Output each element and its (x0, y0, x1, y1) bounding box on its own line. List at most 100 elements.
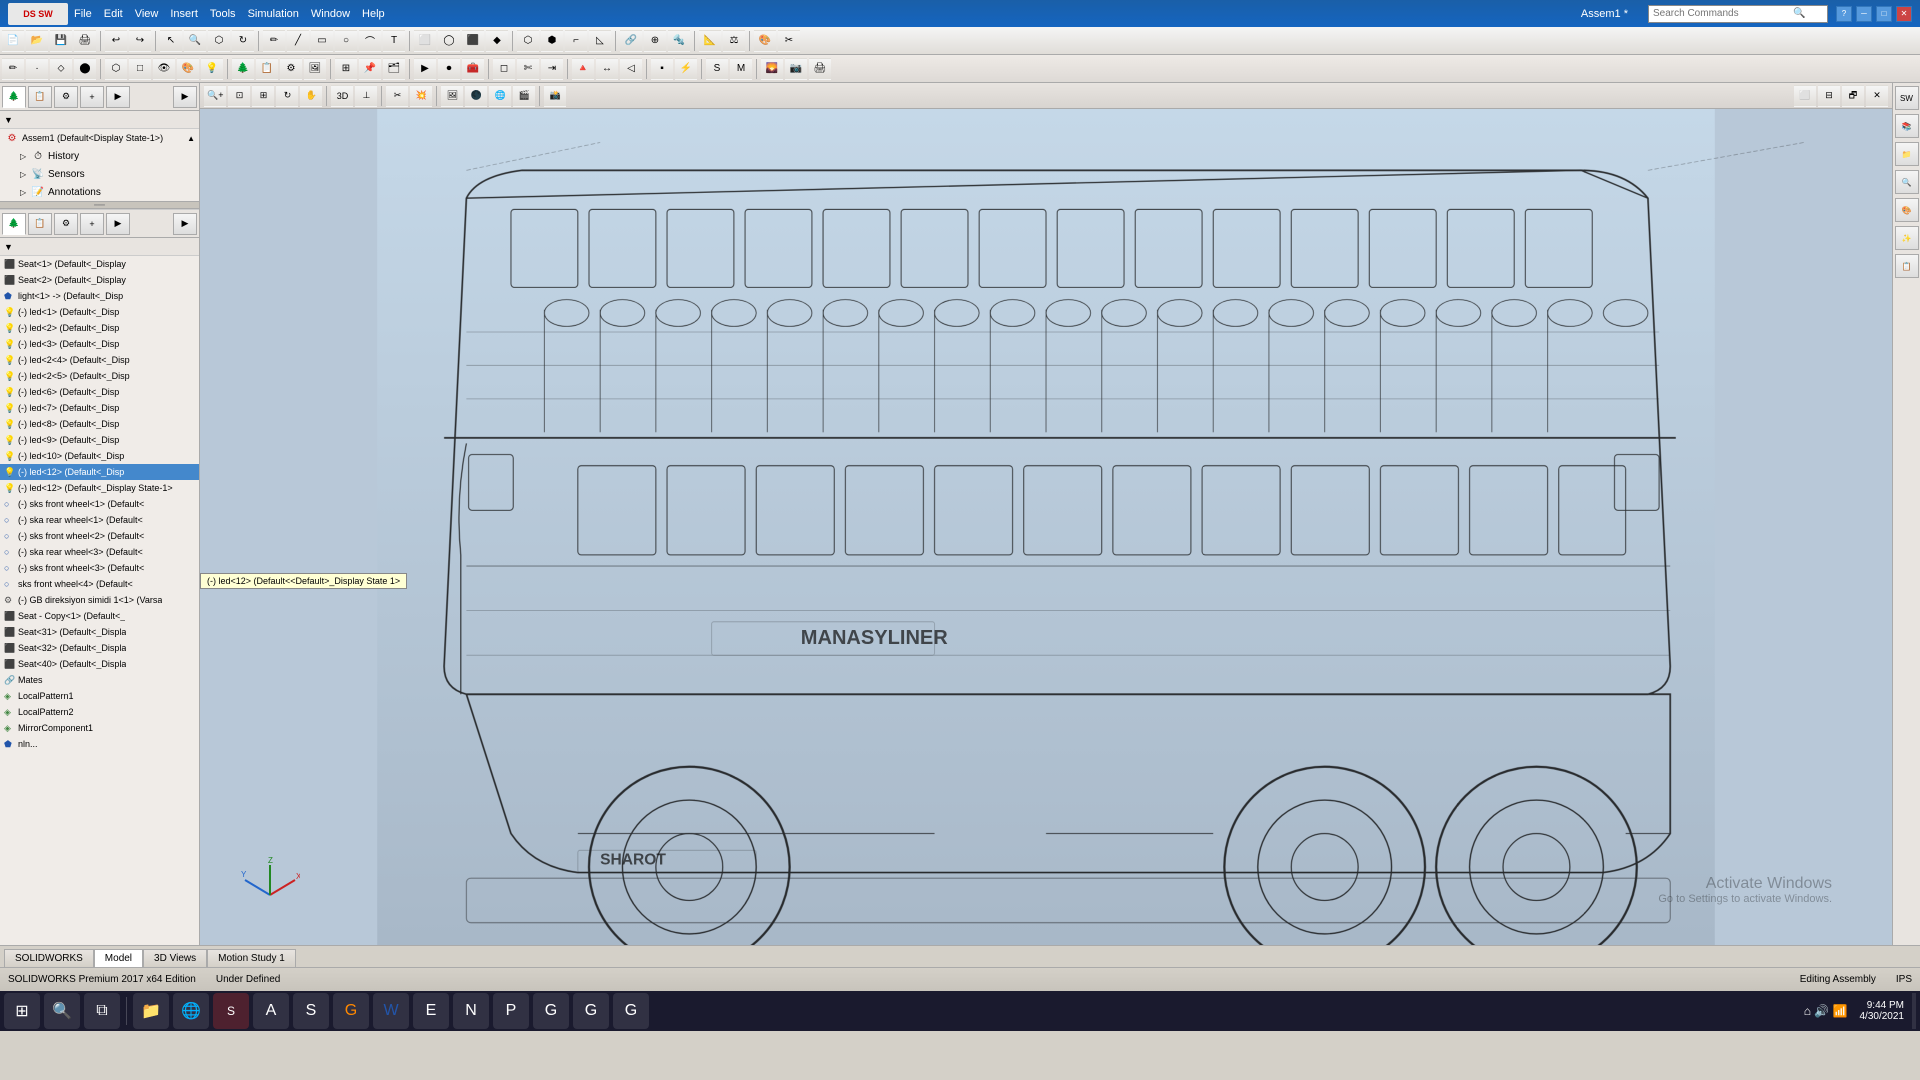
rotate-button[interactable]: ↻ (232, 30, 254, 52)
config-tab[interactable]: ⚙ (54, 86, 78, 108)
restore-button[interactable]: □ (1876, 6, 1892, 22)
sw-simulation-btn[interactable]: S (706, 58, 728, 80)
config-tab-b[interactable]: ⚙ (54, 213, 78, 235)
search-icon[interactable]: 🔍 (1793, 8, 1805, 19)
sketch-btn2[interactable]: ✏ (2, 58, 24, 80)
view-palette-btn[interactable]: 🎨 (1895, 198, 1919, 222)
offset-btn[interactable]: ⬤ (74, 58, 96, 80)
sweep-button[interactable]: ⬛ (462, 30, 484, 52)
menu-tools[interactable]: Tools (210, 8, 236, 20)
rotate-view-btn[interactable]: ↻ (276, 85, 298, 107)
revolve-button[interactable]: ◯ (438, 30, 460, 52)
tree-item[interactable]: ⬛Seat<32> (Default<_Displa (0, 640, 199, 656)
zoom-area-btn[interactable]: ⊞ (252, 85, 274, 107)
filter-row-b[interactable]: ▼ (0, 238, 199, 256)
tree-item[interactable]: 💡(-) led<8> (Default<_Disp (0, 416, 199, 432)
tree-item[interactable]: 💡(-) led<2> (Default<_Disp (0, 320, 199, 336)
photo-works-btn[interactable]: 📷 (785, 58, 807, 80)
solidworks-apps-btn[interactable]: ⊞ (335, 58, 357, 80)
viewport-split-btn[interactable]: ⊟ (1818, 85, 1840, 107)
toolbox-btn[interactable]: 🧰 (462, 58, 484, 80)
pattern-button[interactable]: ⬢ (541, 30, 563, 52)
edge2-btn[interactable]: E (413, 993, 449, 1029)
viewport-restore-btn[interactable]: 🗗 (1842, 85, 1864, 107)
redo-button[interactable]: ↪ (129, 30, 151, 52)
trim-btn[interactable]: ✄ (517, 58, 539, 80)
assembly-root-item[interactable]: ⚙ Assem1 (Default<Display State-1>) ▲ (0, 129, 199, 147)
arc-button[interactable]: ⌒ (359, 30, 381, 52)
config-manager-btn[interactable]: ⚙ (280, 58, 302, 80)
view-3d-btn[interactable]: 3D (331, 85, 353, 107)
scene-btn[interactable]: 🎬 (513, 85, 535, 107)
loft-button[interactable]: ◆ (486, 30, 508, 52)
tree-item[interactable]: 💡(-) led<12> (Default<_Display State-1> (0, 480, 199, 496)
start-button[interactable]: ⊞ (4, 993, 40, 1029)
new-button[interactable]: 📄 (2, 30, 24, 52)
display-state-btn[interactable]: 🖼 (304, 58, 326, 80)
menu-file[interactable]: File (74, 8, 92, 20)
print-button[interactable]: 🖨 (74, 30, 96, 52)
tree-item[interactable]: ○(-) sks front wheel<2> (Default< (0, 528, 199, 544)
collapse-icon[interactable]: ▲ (187, 134, 195, 143)
design-library-btn[interactable]: 📚 (1895, 114, 1919, 138)
point-btn[interactable]: · (26, 58, 48, 80)
app5-btn[interactable]: P (493, 993, 529, 1029)
appearances-btn[interactable]: ✨ (1895, 226, 1919, 250)
tree-item[interactable]: ◈MirrorComponent1 (0, 720, 199, 736)
component-tree-scroll[interactable]: ⬛Seat<1> (Default<_Display⬛Seat<2> (Defa… (0, 256, 199, 945)
app6-btn[interactable]: G (533, 993, 569, 1029)
search-commands-input[interactable] (1653, 8, 1793, 19)
select-button[interactable]: ↖ (160, 30, 182, 52)
tree-item[interactable]: 💡(-) led<2<5> (Default<_Disp (0, 368, 199, 384)
tree-item[interactable]: ⬛Seat<2> (Default<_Display (0, 272, 199, 288)
tree-item[interactable]: ⬛Seat<40> (Default<_Displa (0, 656, 199, 672)
sensors-item[interactable]: ▷ 📡 Sensors (0, 165, 199, 183)
app2-btn[interactable]: S (293, 993, 329, 1029)
record-btn[interactable]: ⏺ (438, 58, 460, 80)
window-controls[interactable]: ? ─ □ ✕ (1836, 6, 1912, 22)
display-tab-b[interactable]: + (80, 213, 104, 235)
tree-item[interactable]: ○sks front wheel<4> (Default< (0, 576, 199, 592)
app3-btn[interactable]: G (333, 993, 369, 1029)
menu-edit[interactable]: Edit (104, 8, 123, 20)
simulate-btn[interactable]: ▶ (414, 58, 436, 80)
tree-item[interactable]: ⬟nln... (0, 736, 199, 752)
smart-fasteners-button[interactable]: 🔩 (668, 30, 690, 52)
show-desktop-btn[interactable] (1912, 993, 1916, 1029)
smart-dim-btn[interactable]: ◁ (620, 58, 642, 80)
prop-manager-btn[interactable]: 📋 (256, 58, 278, 80)
tree-item[interactable]: 🔗Mates (0, 672, 199, 688)
annotations-item[interactable]: ▷ 📝 Annotations (0, 183, 199, 201)
section-view-button[interactable]: ✂ (778, 30, 800, 52)
sw-taskbar-btn[interactable]: S (213, 993, 249, 1029)
mass-props-button[interactable]: ⚖ (723, 30, 745, 52)
dim-btn[interactable]: ↔ (596, 58, 618, 80)
tree-item[interactable]: 💡(-) led<10> (Default<_Disp (0, 448, 199, 464)
undo-button[interactable]: ↩ (105, 30, 127, 52)
shadow-btn[interactable]: 🌑 (465, 85, 487, 107)
tree-item[interactable]: ⚙(-) GB direksiyon simidi 1<1> (Varsa (0, 592, 199, 608)
tree-item[interactable]: 💡(-) led<7> (Default<_Disp (0, 400, 199, 416)
open-button[interactable]: 📂 (26, 30, 48, 52)
app1-btn[interactable]: A (253, 993, 289, 1029)
zoom-button[interactable]: 🔍 (184, 30, 206, 52)
extend-btn[interactable]: ⇥ (541, 58, 563, 80)
hide-show-btn[interactable]: 👁 (153, 58, 175, 80)
task-view-btn[interactable]: ⧉ (84, 993, 120, 1029)
word-btn[interactable]: W (373, 993, 409, 1029)
app4-btn[interactable]: N (453, 993, 489, 1029)
solidworks-tab[interactable]: SOLIDWORKS (4, 949, 94, 967)
edge-btn[interactable]: 🌐 (173, 993, 209, 1029)
block-btn[interactable]: ▪ (651, 58, 673, 80)
feature-tree-tab[interactable]: 🌲 (2, 86, 26, 108)
normal-to-btn[interactable]: ⊥ (355, 85, 377, 107)
viewport-close-btn[interactable]: ✕ (1866, 85, 1888, 107)
mirror-button[interactable]: ⬡ (517, 30, 539, 52)
ref-geom-btn[interactable]: ⬦ (50, 58, 72, 80)
tree-item[interactable]: ○(-) sks front wheel<1> (Default< (0, 496, 199, 512)
task-pane-btn[interactable]: 📌 (359, 58, 381, 80)
rect-button[interactable]: ▭ (311, 30, 333, 52)
view3d-button[interactable]: ⬡ (208, 30, 230, 52)
help-button[interactable]: ? (1836, 6, 1852, 22)
tree-item[interactable]: 💡(-) led<9> (Default<_Disp (0, 432, 199, 448)
